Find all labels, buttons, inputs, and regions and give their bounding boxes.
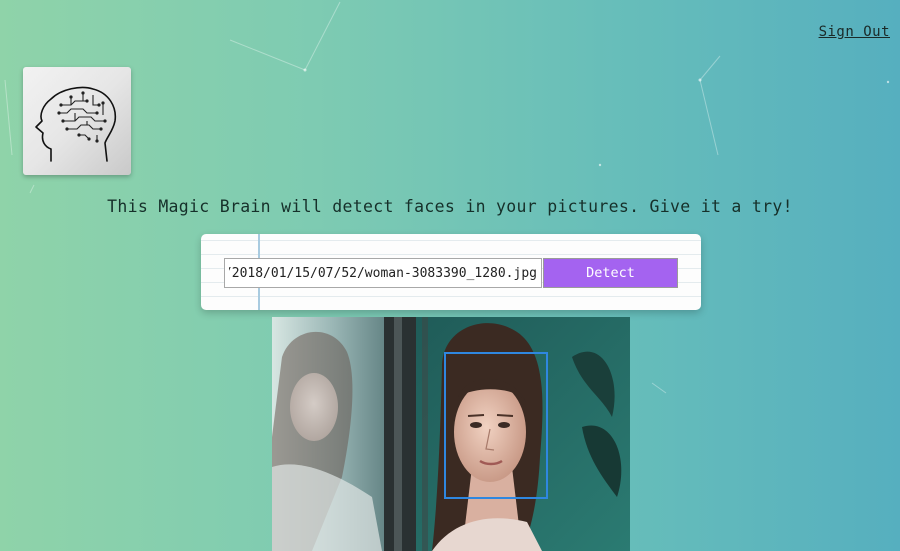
logo-card[interactable] [23, 67, 131, 175]
detect-button[interactable]: Detect [543, 258, 678, 288]
image-url-form: Detect [201, 234, 701, 310]
brain-circuit-icon [35, 86, 117, 162]
sign-out-link[interactable]: Sign Out [819, 24, 890, 40]
result-image [272, 317, 630, 551]
image-url-input[interactable] [224, 258, 542, 288]
tagline: This Magic Brain will detect faces in yo… [107, 197, 793, 216]
face-bounding-box [444, 352, 548, 499]
